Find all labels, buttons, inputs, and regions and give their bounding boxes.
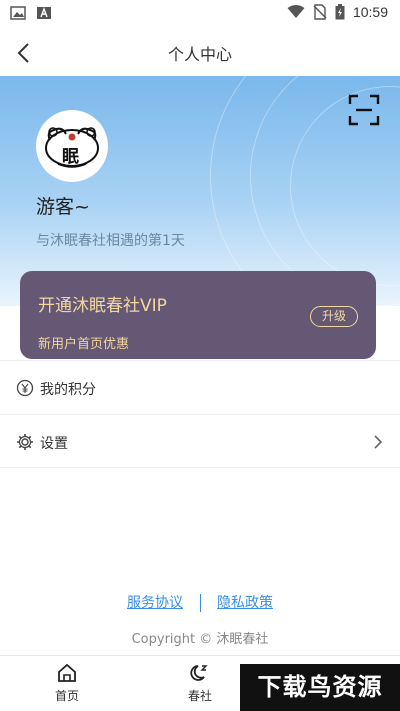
battery-icon (335, 4, 345, 20)
status-time: 10:59 (352, 4, 388, 20)
chevron-right-icon (374, 435, 383, 449)
font-icon (37, 7, 51, 19)
avatar-char: 眠 (62, 147, 79, 167)
nav-bar: 个人中心 (0, 28, 400, 76)
home-icon (58, 663, 76, 682)
username: 游客~ (36, 196, 90, 218)
service-agreement-link[interactable]: 服务协议 (127, 595, 183, 611)
page-title: 个人中心 (167, 45, 232, 64)
tab-label: 首页 (54, 689, 79, 703)
menu-item-settings[interactable]: 设置 (0, 414, 400, 468)
vip-card[interactable]: 开通沐眠春社VIP 新用户首页优惠 升级 (20, 271, 376, 359)
menu-item-points[interactable]: 我的积分 (0, 360, 400, 414)
avatar[interactable]: 眠 (36, 110, 108, 182)
tab-label: 春社 (187, 689, 212, 703)
gear-icon (17, 434, 33, 450)
moon-icon (190, 665, 208, 681)
menu-item-label: 设置 (40, 436, 68, 452)
no-sim-icon (313, 4, 327, 20)
menu-item-label: 我的积分 (40, 382, 96, 398)
scan-icon[interactable] (348, 94, 380, 126)
tab-home[interactable]: 首页 (37, 662, 97, 704)
image-icon (10, 6, 26, 20)
privacy-policy-link[interactable]: 隐私政策 (217, 595, 273, 611)
status-bar: 10:59 (0, 0, 400, 28)
link-divider (199, 594, 201, 612)
wifi-icon (287, 5, 305, 18)
footer-links: 服务协议 隐私政策 (0, 592, 400, 612)
copyright-text: Copyright © 沐眠春社 (131, 632, 269, 647)
vip-subtitle: 新用户首页优惠 (38, 337, 130, 352)
tab-chunshe[interactable]: 春社 (170, 662, 230, 704)
upgrade-button[interactable]: 升级 (310, 306, 358, 327)
vip-title: 开通沐眠春社VIP (38, 296, 167, 316)
yen-icon (16, 379, 34, 397)
watermark: 下载鸟资源 (240, 664, 400, 711)
days-together-text: 与沐眠春社相遇的第1天 (36, 233, 185, 249)
